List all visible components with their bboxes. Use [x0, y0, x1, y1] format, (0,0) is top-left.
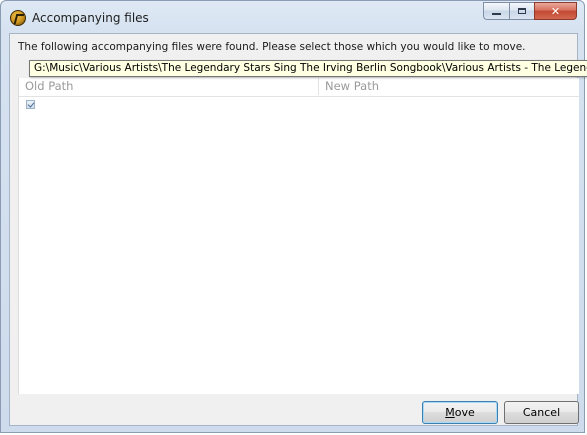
caption-buttons: ✕ — [483, 2, 577, 20]
dialog-body: The following accompanying files were fo… — [9, 33, 579, 426]
column-header-new-path[interactable]: New Path — [325, 79, 379, 93]
cancel-button[interactable]: Cancel — [504, 401, 579, 424]
window-title: Accompanying files — [32, 11, 149, 25]
list-row[interactable] — [19, 97, 579, 113]
close-icon: ✕ — [550, 4, 561, 18]
path-tooltip: G:\Music\Various Artists\The Legendary S… — [29, 60, 587, 77]
dialog-message: The following accompanying files were fo… — [18, 41, 526, 53]
move-button[interactable]: Move — [422, 401, 498, 424]
column-divider[interactable] — [318, 78, 319, 95]
maximize-button[interactable] — [509, 2, 534, 20]
close-button[interactable]: ✕ — [534, 2, 577, 20]
cancel-button-label: Cancel — [522, 406, 561, 419]
winamp-icon — [10, 10, 26, 26]
row-checkbox[interactable] — [26, 100, 35, 109]
maximize-icon — [518, 8, 526, 14]
files-list[interactable]: Old Path New Path — [18, 78, 579, 394]
move-button-label: Move — [445, 406, 475, 419]
minimize-button[interactable] — [483, 2, 509, 20]
column-header-old-path[interactable]: Old Path — [25, 79, 73, 93]
title-bar[interactable]: Accompanying files ✕ — [1, 1, 584, 33]
minimize-icon — [492, 13, 501, 15]
list-header: Old Path New Path — [19, 78, 579, 97]
